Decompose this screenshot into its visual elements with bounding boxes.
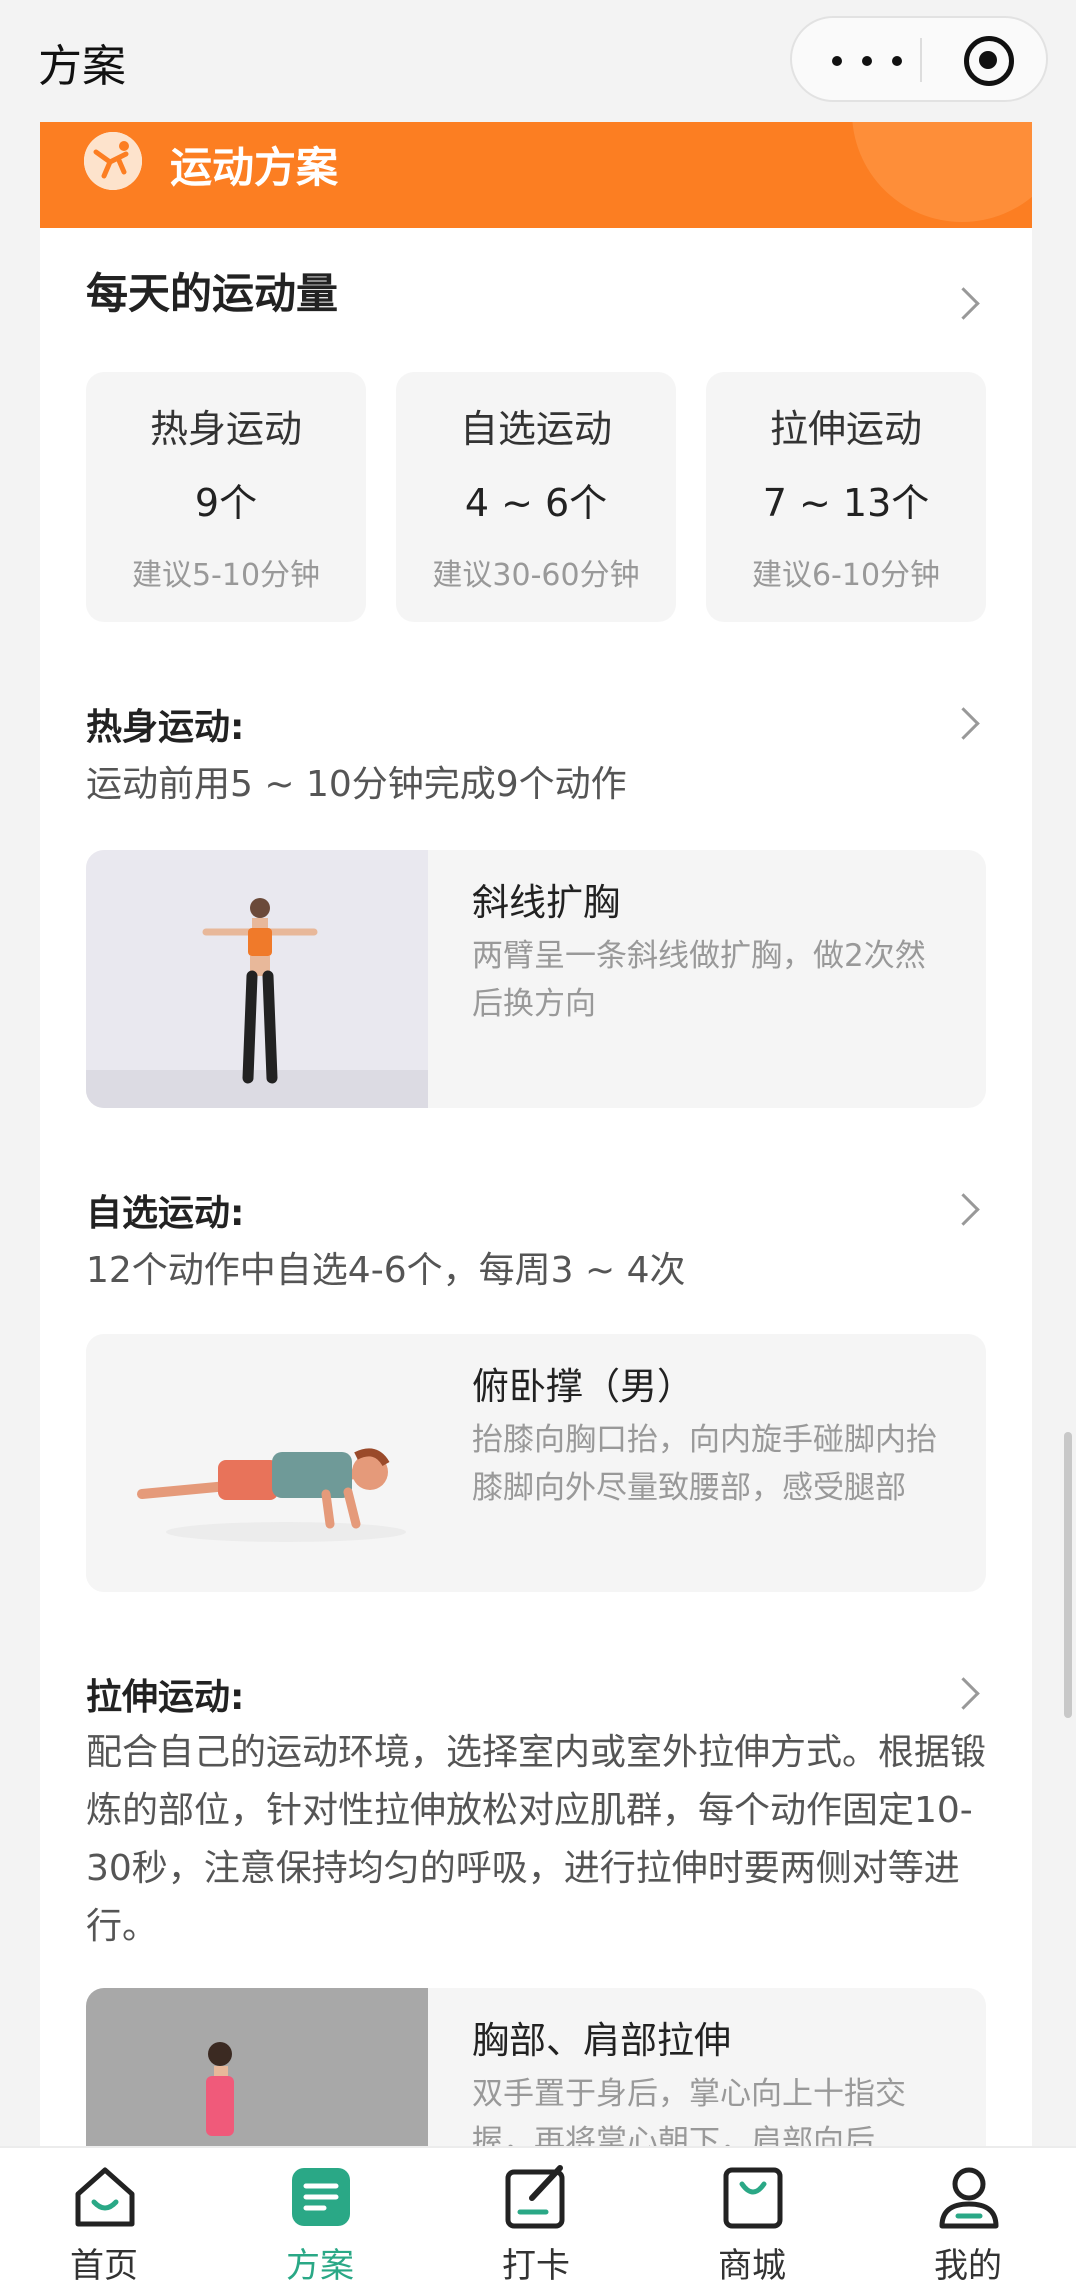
daily-amount-chevron-icon[interactable] bbox=[947, 287, 980, 320]
home-icon bbox=[70, 2162, 140, 2232]
tab-shop[interactable]: 商城 bbox=[682, 2148, 822, 2293]
tab-label: 商城 bbox=[718, 2246, 786, 2286]
warmup-desc: 运动前用5 ~ 10分钟完成9个动作 bbox=[86, 764, 627, 805]
optional-exercise-card[interactable]: 俯卧撑（男） 抬膝向胸口抬，向内旋手碰脚内抬膝脚向外尽量致腰部，感受腿部 bbox=[86, 1334, 986, 1592]
mini-program-capsule bbox=[790, 16, 1048, 102]
stat-count: 9个 bbox=[194, 481, 258, 525]
stat-stretch: 拉伸运动 7 ~ 13个 建议6-10分钟 bbox=[706, 372, 986, 622]
tab-label: 首页 bbox=[70, 2246, 138, 2286]
stretch-chevron-icon[interactable] bbox=[947, 1677, 980, 1710]
tab-label: 我的 bbox=[934, 2246, 1002, 2286]
exercise-logo-icon bbox=[84, 132, 142, 190]
stat-hint: 建议5-10分钟 bbox=[131, 558, 321, 593]
shop-icon bbox=[718, 2162, 788, 2232]
stat-count: 4 ~ 6个 bbox=[464, 481, 608, 525]
banner-title: 运动方案 bbox=[170, 143, 339, 192]
plan-banner: 运动方案 bbox=[40, 122, 1032, 228]
stretch-desc: 配合自己的运动环境，选择室内或室外拉伸方式。根据锻炼的部位，针对性拉伸放松对应肌… bbox=[86, 1732, 987, 1947]
stat-count: 7 ~ 13个 bbox=[762, 481, 930, 525]
more-menu-button[interactable] bbox=[822, 42, 912, 78]
exercise-desc: 两臂呈一条斜线做扩胸，做2次然后换方向 bbox=[472, 938, 926, 1022]
exercise-name: 俯卧撑（男） bbox=[472, 1365, 694, 1408]
warmup-chevron-icon[interactable] bbox=[947, 707, 980, 740]
exercise-name: 胸部、肩部拉伸 bbox=[472, 2019, 731, 2062]
stat-name: 热身运动 bbox=[149, 407, 302, 451]
optional-title: 自选运动: bbox=[86, 1193, 245, 1234]
bottom-tab-bar: 首页 方案 打卡 商城 我的 bbox=[0, 2146, 1076, 2293]
page-title: 方案 bbox=[38, 41, 126, 92]
optional-desc: 12个动作中自选4-6个，每周3 ~ 4次 bbox=[86, 1250, 686, 1291]
stat-hint: 建议30-60分钟 bbox=[432, 558, 640, 593]
checkin-icon bbox=[502, 2162, 572, 2232]
tab-profile[interactable]: 我的 bbox=[898, 2148, 1038, 2293]
optional-chevron-icon[interactable] bbox=[947, 1193, 980, 1226]
top-nav-bar: 方案 bbox=[0, 0, 1076, 120]
stat-hint: 建议6-10分钟 bbox=[751, 558, 941, 593]
daily-amount-title: 每天的运动量 bbox=[86, 269, 339, 318]
stretch-title: 拉伸运动: bbox=[86, 1677, 245, 1718]
profile-icon bbox=[934, 2162, 1004, 2232]
exercise-desc: 抬膝向胸口抬，向内旋手碰脚内抬膝脚向外尽量致腰部，感受腿部 bbox=[472, 1422, 937, 1506]
tab-label: 方案 bbox=[286, 2246, 354, 2286]
exercise-image bbox=[86, 1334, 428, 1592]
plan-content-card: 每天的运动量 热身运动 9个 建议5-10分钟 自选运动 4 ~ 6个 建议30… bbox=[40, 228, 1032, 2246]
warmup-exercise-card[interactable]: 斜线扩胸 两臂呈一条斜线做扩胸，做2次然后换方向 bbox=[86, 850, 986, 1108]
tab-checkin[interactable]: 打卡 bbox=[466, 2148, 606, 2293]
stat-name: 拉伸运动 bbox=[769, 407, 922, 451]
stat-warmup: 热身运动 9个 建议5-10分钟 bbox=[86, 372, 366, 622]
warmup-title: 热身运动: bbox=[86, 707, 245, 748]
stat-optional: 自选运动 4 ~ 6个 建议30-60分钟 bbox=[396, 372, 676, 622]
scrollbar[interactable] bbox=[1064, 1432, 1072, 1718]
exercise-image bbox=[86, 850, 428, 1108]
tab-plan[interactable]: 方案 bbox=[250, 2148, 390, 2293]
stat-name: 自选运动 bbox=[459, 407, 612, 451]
plan-icon bbox=[286, 2162, 356, 2232]
tab-label: 打卡 bbox=[502, 2246, 570, 2286]
close-mini-program-button[interactable] bbox=[964, 36, 1014, 86]
capsule-divider bbox=[920, 38, 922, 82]
tab-home[interactable]: 首页 bbox=[34, 2148, 174, 2293]
exercise-name: 斜线扩胸 bbox=[472, 881, 620, 924]
